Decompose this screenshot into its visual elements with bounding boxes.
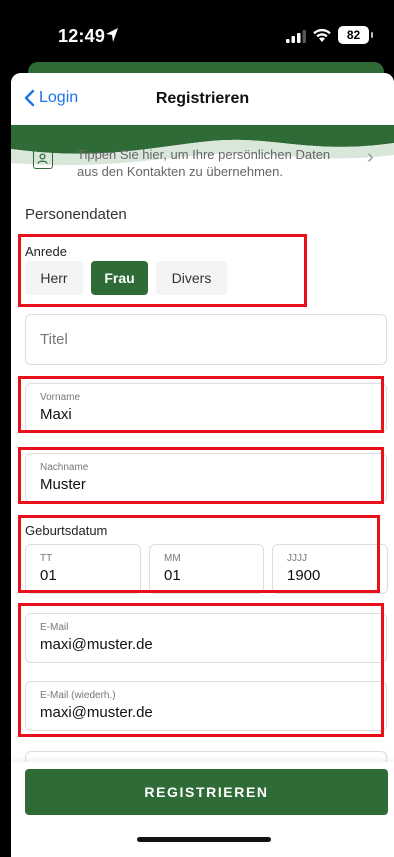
birth-month-field[interactable]: MM 01 bbox=[149, 544, 264, 594]
home-indicator bbox=[137, 837, 271, 842]
contacts-import-text: Tippen Sie hier, um Ihre persönlichen Da… bbox=[77, 147, 331, 179]
birth-month-label: MM bbox=[164, 553, 181, 564]
registration-sheet: Login Registrieren Tippen Sie hier, um I… bbox=[11, 73, 394, 857]
nachname-field[interactable]: Nachname Muster bbox=[25, 453, 387, 503]
chevron-right-icon: › bbox=[367, 146, 374, 168]
section-title: Personendaten bbox=[25, 206, 127, 223]
email-repeat-value: maxi@muster.de bbox=[40, 704, 153, 721]
contacts-import-row[interactable]: Tippen Sie hier, um Ihre persönlichen Da… bbox=[11, 146, 394, 196]
contact-card-icon bbox=[33, 149, 53, 169]
birth-year-value: 1900 bbox=[287, 567, 321, 584]
email-repeat-label: E-Mail (wiederh.) bbox=[40, 690, 116, 701]
birth-day-value: 01 bbox=[40, 567, 57, 584]
status-bar: 12:49 82 bbox=[0, 0, 394, 70]
battery-indicator: 82 bbox=[338, 26, 373, 44]
wifi-icon bbox=[313, 28, 331, 42]
geburtsdatum-label: Geburtsdatum bbox=[25, 523, 108, 538]
birth-day-field[interactable]: TT 01 bbox=[25, 544, 141, 594]
nachname-label: Nachname bbox=[40, 462, 89, 473]
email-repeat-field[interactable]: E-Mail (wiederh.) maxi@muster.de bbox=[25, 681, 387, 731]
email-value: maxi@muster.de bbox=[40, 636, 153, 653]
email-label: E-Mail bbox=[40, 622, 69, 633]
vorname-label: Vorname bbox=[40, 392, 81, 403]
anrede-option-divers[interactable]: Divers bbox=[156, 261, 227, 295]
titel-field[interactable]: Titel bbox=[25, 314, 387, 365]
page-title: Registrieren bbox=[155, 90, 250, 107]
status-time: 12:49 bbox=[58, 26, 106, 46]
birth-day-label: TT bbox=[40, 553, 53, 564]
email-field[interactable]: E-Mail maxi@muster.de bbox=[25, 613, 387, 663]
anrede-option-herr[interactable]: Herr bbox=[25, 261, 83, 295]
birth-month-value: 01 bbox=[164, 567, 181, 584]
anrede-option-frau[interactable]: Frau bbox=[91, 261, 148, 295]
birth-year-label: JJJJ bbox=[287, 553, 307, 564]
titel-placeholder: Titel bbox=[40, 331, 68, 348]
vorname-value: Maxi bbox=[40, 406, 72, 423]
navigation-bar: Login Registrieren bbox=[11, 73, 394, 125]
register-button[interactable]: REGISTRIEREN bbox=[25, 769, 388, 815]
vorname-field[interactable]: Vorname Maxi bbox=[25, 383, 387, 433]
location-arrow-icon bbox=[106, 28, 118, 42]
anrede-label: Anrede bbox=[25, 244, 67, 259]
signal-icon bbox=[286, 30, 306, 43]
nachname-value: Muster bbox=[40, 476, 86, 493]
bottom-action-bar: REGISTRIEREN bbox=[11, 762, 394, 857]
birth-year-field[interactable]: JJJJ 1900 bbox=[272, 544, 388, 594]
